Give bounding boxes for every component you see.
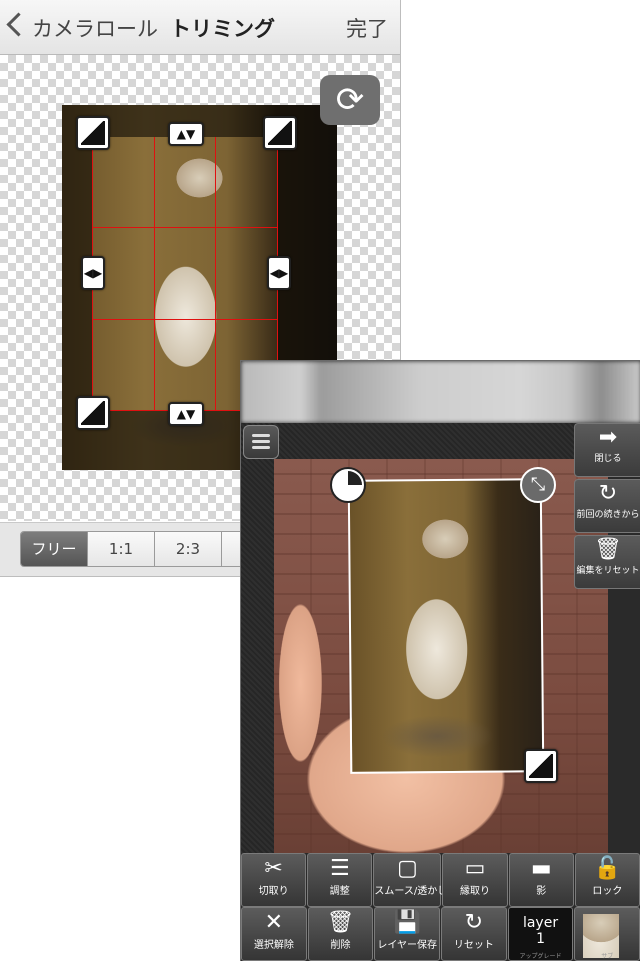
scissors-icon: ✂ (264, 856, 283, 881)
toolbar-bottom: ✕ 選択解除 🗑 削除 💾 レイヤー保存 ↻ リセット layer 1 アップグレード … (241, 907, 640, 961)
close-icon: ✕ (264, 910, 284, 935)
refresh-icon: ↻ (598, 481, 618, 506)
crop-edge-handle-left[interactable]: ◀▶ (81, 256, 105, 290)
adjust-button[interactable]: ☰ 調整 (307, 853, 373, 907)
reset-button[interactable]: ↻ リセット (441, 907, 507, 961)
save-layer-button[interactable]: 💾 レイヤー保存 (374, 907, 441, 961)
back-button[interactable]: カメラロール (32, 13, 158, 43)
shadow-rect-icon: ▬ (530, 856, 552, 881)
arrow-right-icon: ➡ (598, 425, 618, 450)
ratio-option-2-3[interactable]: 2:3 (155, 532, 222, 566)
smooth-label: スムース/透かし (374, 886, 448, 897)
crop-corner-handle-top-right[interactable] (263, 116, 297, 150)
cut-label: 切取り (258, 886, 289, 897)
rounded-rect-icon: ▢ (397, 856, 418, 881)
crop-corner-handle-top-left[interactable] (76, 116, 110, 150)
menu-button[interactable] (243, 425, 279, 459)
grid-line (92, 319, 277, 320)
resume-button[interactable]: ↻ 前回の続きから (574, 479, 640, 533)
layer-button[interactable]: layer 1 アップグレード (507, 907, 574, 961)
cut-button[interactable]: ✂ 切取り (241, 853, 307, 907)
close-panel-label: 閉じる (594, 454, 622, 464)
trim-nav-bar: カメラロール トリミング 完了 (0, 0, 400, 55)
crop-edge-handle-bottom[interactable]: ▲▼ (168, 402, 204, 426)
resume-label: 前回の続きから (576, 510, 640, 520)
delete-label: 削除 (330, 940, 351, 951)
reset-edit-button[interactable]: 🗑 編集をリセット (574, 535, 640, 589)
corner-handle[interactable] (524, 749, 558, 783)
ratio-option-free[interactable]: フリー (21, 532, 88, 566)
border-button[interactable]: ▭ 縁取り (442, 853, 508, 907)
layer-thumbnail-button[interactable]: サブ (574, 907, 640, 961)
reset-label: リセット (453, 940, 494, 951)
blurred-header (241, 361, 640, 423)
upgrade-caption: アップグレード (519, 953, 562, 960)
rotate-icon: ⟳ (335, 80, 365, 120)
ratio-option-1-1[interactable]: 1:1 (88, 532, 155, 566)
unlock-icon: 🔓 (593, 856, 622, 881)
lock-button[interactable]: 🔓 ロック (574, 853, 640, 907)
delete-button[interactable]: 🗑 削除 (307, 907, 374, 961)
done-button[interactable]: 完了 (346, 13, 388, 43)
toolbar-top: ✂ 切取り ☰ 調整 ▢ スムース/透かし ▭ 縁取り ▬ 影 🔓 ロック (241, 853, 640, 907)
editor-screen: ⤡ ➡ 閉じる ↻ 前回の続きから 🗑 編集をリセット ✂ 切取り ☰ 調整 ▢ スム… (240, 360, 640, 961)
diagonal-arrow-icon: ⤡ (530, 474, 546, 495)
lock-label: ロック (592, 886, 623, 897)
editor-left-margin (241, 459, 274, 853)
deselect-button[interactable]: ✕ 選択解除 (241, 907, 307, 961)
layer-number: 1 (536, 931, 545, 947)
updown-arrow-icon: ▲▼ (176, 407, 196, 421)
layer-title: layer (522, 915, 559, 931)
refresh-icon: ↻ (464, 910, 484, 935)
border-label: 縁取り (460, 886, 490, 897)
reset-edit-label: 編集をリセット (576, 566, 640, 576)
smooth-button[interactable]: ▢ スムース/透かし (373, 853, 448, 907)
deselect-label: 選択解除 (253, 940, 294, 951)
grid-line (92, 227, 277, 228)
layer-photo[interactable] (347, 478, 545, 774)
rotate-button[interactable]: ⟳ (320, 75, 380, 125)
leftright-arrow-icon: ◀▶ (83, 266, 103, 280)
chevron-left-icon[interactable] (6, 12, 31, 37)
save-layer-label: レイヤー保存 (377, 940, 438, 951)
shadow-button[interactable]: ▬ 影 (508, 853, 574, 907)
trash-icon: 🗑 (594, 537, 622, 562)
trash-icon: 🗑 (326, 910, 355, 935)
sliders-icon: ☰ (329, 856, 350, 881)
rotate-handle[interactable] (330, 467, 366, 503)
updown-arrow-icon: ▲▼ (176, 127, 196, 141)
shadow-label: 影 (536, 886, 547, 897)
thumbnail-caption: サブ (601, 953, 614, 960)
resize-handle[interactable]: ⤡ (520, 467, 556, 503)
crop-edge-handle-top[interactable]: ▲▼ (168, 122, 204, 146)
editor-canvas[interactable]: ⤡ (274, 459, 608, 859)
crop-corner-handle-bottom-left[interactable] (76, 396, 110, 430)
crop-edge-handle-right[interactable]: ◀▶ (267, 256, 291, 290)
grid-line (154, 137, 155, 410)
side-panel: ➡ 閉じる ↻ 前回の続きから 🗑 編集をリセット (574, 423, 640, 589)
adjust-label: 調整 (329, 886, 350, 897)
leftright-arrow-icon: ◀▶ (269, 266, 289, 280)
close-panel-button[interactable]: ➡ 閉じる (574, 423, 640, 477)
grid-line (215, 137, 216, 410)
outlined-rect-icon: ▭ (464, 856, 486, 881)
save-icon: 💾 (393, 910, 421, 935)
page-title: トリミング (170, 17, 275, 41)
